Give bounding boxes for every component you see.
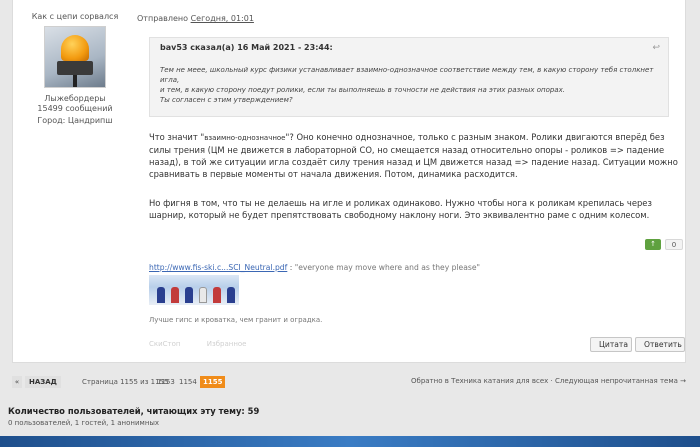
post-date-link[interactable]: Сегодня, 01:01 (191, 14, 254, 23)
beacon-light-icon (61, 35, 89, 61)
page-frame: Как с цепи сорвался Лыжебордеры 15499 со… (0, 0, 700, 447)
readers-detail: 0 пользователей, 1 гостей, 1 анонимных (8, 419, 160, 427)
topic-navigation-links[interactable]: Обратно в Техника катания для всех · Сле… (411, 377, 686, 385)
quote-line-2: и тем, в какую сторону поедут ролики, ес… (160, 86, 565, 94)
quote-return-icon[interactable]: ↩ (652, 43, 660, 53)
vote-count: 0 (665, 239, 683, 250)
author-post-count: 15499 сообщений (37, 104, 113, 113)
page-link-1153[interactable]: 1153 (157, 376, 175, 388)
readers-title: Количество пользователей, читающих эту т… (8, 406, 260, 416)
quote-button[interactable]: Цитата (590, 337, 632, 352)
post-date: Отправлено Сегодня, 01:01 (137, 14, 254, 23)
message-1-term: взаимно-однозначное (204, 134, 286, 142)
prev-arrow-icon[interactable]: « (12, 376, 22, 388)
quote-block: bav53 сказал(а) 16 Май 2021 - 23:44: ↩ Т… (149, 37, 669, 117)
skier-figure (157, 287, 165, 303)
faded-link-2[interactable]: Избранное (207, 340, 247, 348)
page-link-1154[interactable]: 1154 (179, 376, 197, 388)
page-current: 1155 (200, 376, 226, 388)
beacon-base (57, 61, 93, 75)
author-group-name: Лыжебордеры (44, 94, 106, 103)
skier-figure (171, 287, 179, 303)
signature-link-separator: : (287, 263, 295, 272)
reply-button[interactable]: Ответить (635, 337, 685, 352)
author-group: Лыжебордеры 15499 сообщений (13, 94, 137, 114)
faded-links: СкиСтоп Избранное (149, 340, 271, 348)
avatar[interactable] (44, 26, 106, 88)
message-paragraph-2: Но фигня в том, что ты не делаешь на игл… (149, 198, 652, 220)
author-status: Как с цепи сорвался (31, 12, 119, 21)
signature-link-line: http://www.fis-ski.c...SCI_Neutral.pdf :… (149, 263, 480, 272)
skier-figure (213, 287, 221, 303)
signature-link[interactable]: http://www.fis-ski.c...SCI_Neutral.pdf (149, 263, 287, 272)
message-1-start: Что значит " (149, 132, 205, 142)
quote-header: bav53 сказал(а) 16 Май 2021 - 23:44: (160, 43, 333, 52)
prev-page-button[interactable]: НАЗАД (25, 376, 61, 388)
post-date-prefix: Отправлено (137, 14, 189, 23)
signature-image[interactable] (149, 275, 239, 305)
message-paragraph-1: Что значит "взаимно-однозначное"? Оно ко… (149, 131, 685, 180)
signature-text: Лучше гипс и кроватка, чем гранит и огра… (149, 316, 323, 324)
post-card: Как с цепи сорвался Лыжебордеры 15499 со… (12, 0, 686, 363)
signature-quote: "everyone may move where and as they ple… (294, 263, 480, 272)
beacon-cable (73, 75, 77, 87)
os-taskbar (0, 436, 700, 447)
faded-link-1[interactable]: СкиСтоп (149, 340, 181, 348)
vote-up-button[interactable]: ↑ (645, 239, 661, 250)
skier-figure (199, 287, 207, 303)
quote-text: Тем не мееe, школьный курс физики устана… (160, 65, 660, 95)
skier-figure (185, 287, 193, 303)
quote-line-1: Тем не мееe, школьный курс физики устана… (160, 66, 654, 84)
page-info: Страница 1155 из 1155 (82, 378, 169, 386)
skier-figure (227, 287, 235, 303)
author-city: Город: Цандрипш (37, 116, 113, 125)
quote-line-3: Ты согласен с этим утверждением? (160, 96, 293, 104)
